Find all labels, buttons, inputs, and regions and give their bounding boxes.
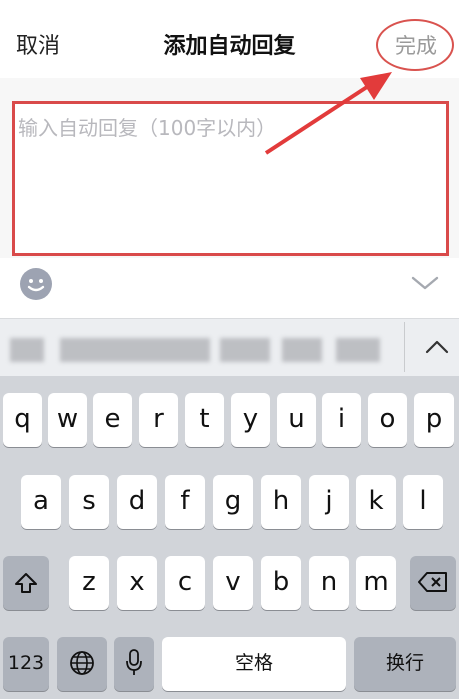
key-z[interactable]: z [69, 556, 109, 610]
microphone-key[interactable] [114, 637, 154, 691]
blurred-suggestion [336, 338, 380, 362]
key-c[interactable]: c [165, 556, 205, 610]
blurred-suggestion [282, 338, 322, 362]
globe-key[interactable] [57, 637, 107, 691]
key-f[interactable]: f [165, 475, 205, 529]
key-g[interactable]: g [213, 475, 253, 529]
key-o[interactable]: o [368, 393, 407, 447]
return-key[interactable]: 换行 [354, 637, 456, 691]
blurred-suggestion [220, 338, 270, 362]
key-r[interactable]: r [139, 393, 178, 447]
key-k[interactable]: k [356, 475, 396, 529]
keyboard: q w e r t y u i o p a s d f g h j k l z … [0, 376, 459, 699]
key-s[interactable]: s [69, 475, 109, 529]
key-u[interactable]: u [277, 393, 316, 447]
key-t[interactable]: t [185, 393, 224, 447]
chevron-down-icon[interactable] [410, 272, 440, 294]
chevron-up-icon[interactable] [424, 337, 450, 357]
shift-icon [15, 573, 37, 593]
key-e[interactable]: e [93, 393, 132, 447]
key-a[interactable]: a [21, 475, 61, 529]
key-i[interactable]: i [322, 393, 361, 447]
input-toolbar [0, 258, 459, 318]
numbers-key[interactable]: 123 [3, 637, 49, 691]
key-w[interactable]: w [48, 393, 87, 447]
space-key[interactable]: 空格 [162, 637, 346, 691]
globe-icon [70, 651, 94, 675]
microphone-icon [126, 649, 142, 675]
suggestion-divider [404, 322, 405, 372]
key-m[interactable]: m [356, 556, 396, 610]
annotation-circle [376, 19, 454, 71]
key-y[interactable]: y [231, 393, 270, 447]
key-p[interactable]: p [414, 393, 454, 447]
key-x[interactable]: x [117, 556, 157, 610]
blurred-suggestion [10, 338, 44, 362]
key-n[interactable]: n [309, 556, 349, 610]
key-h[interactable]: h [261, 475, 301, 529]
key-d[interactable]: d [117, 475, 157, 529]
shift-key[interactable] [3, 556, 49, 610]
emoji-icon[interactable] [20, 268, 52, 300]
key-j[interactable]: j [309, 475, 349, 529]
key-v[interactable]: v [213, 556, 253, 610]
key-l[interactable]: l [403, 475, 443, 529]
input-placeholder: 输入自动回复（100字以内） [18, 116, 277, 140]
key-b[interactable]: b [261, 556, 301, 610]
delete-icon [418, 572, 447, 592]
delete-key[interactable] [410, 556, 456, 610]
key-q[interactable]: q [3, 393, 42, 447]
blurred-suggestion [60, 338, 210, 362]
